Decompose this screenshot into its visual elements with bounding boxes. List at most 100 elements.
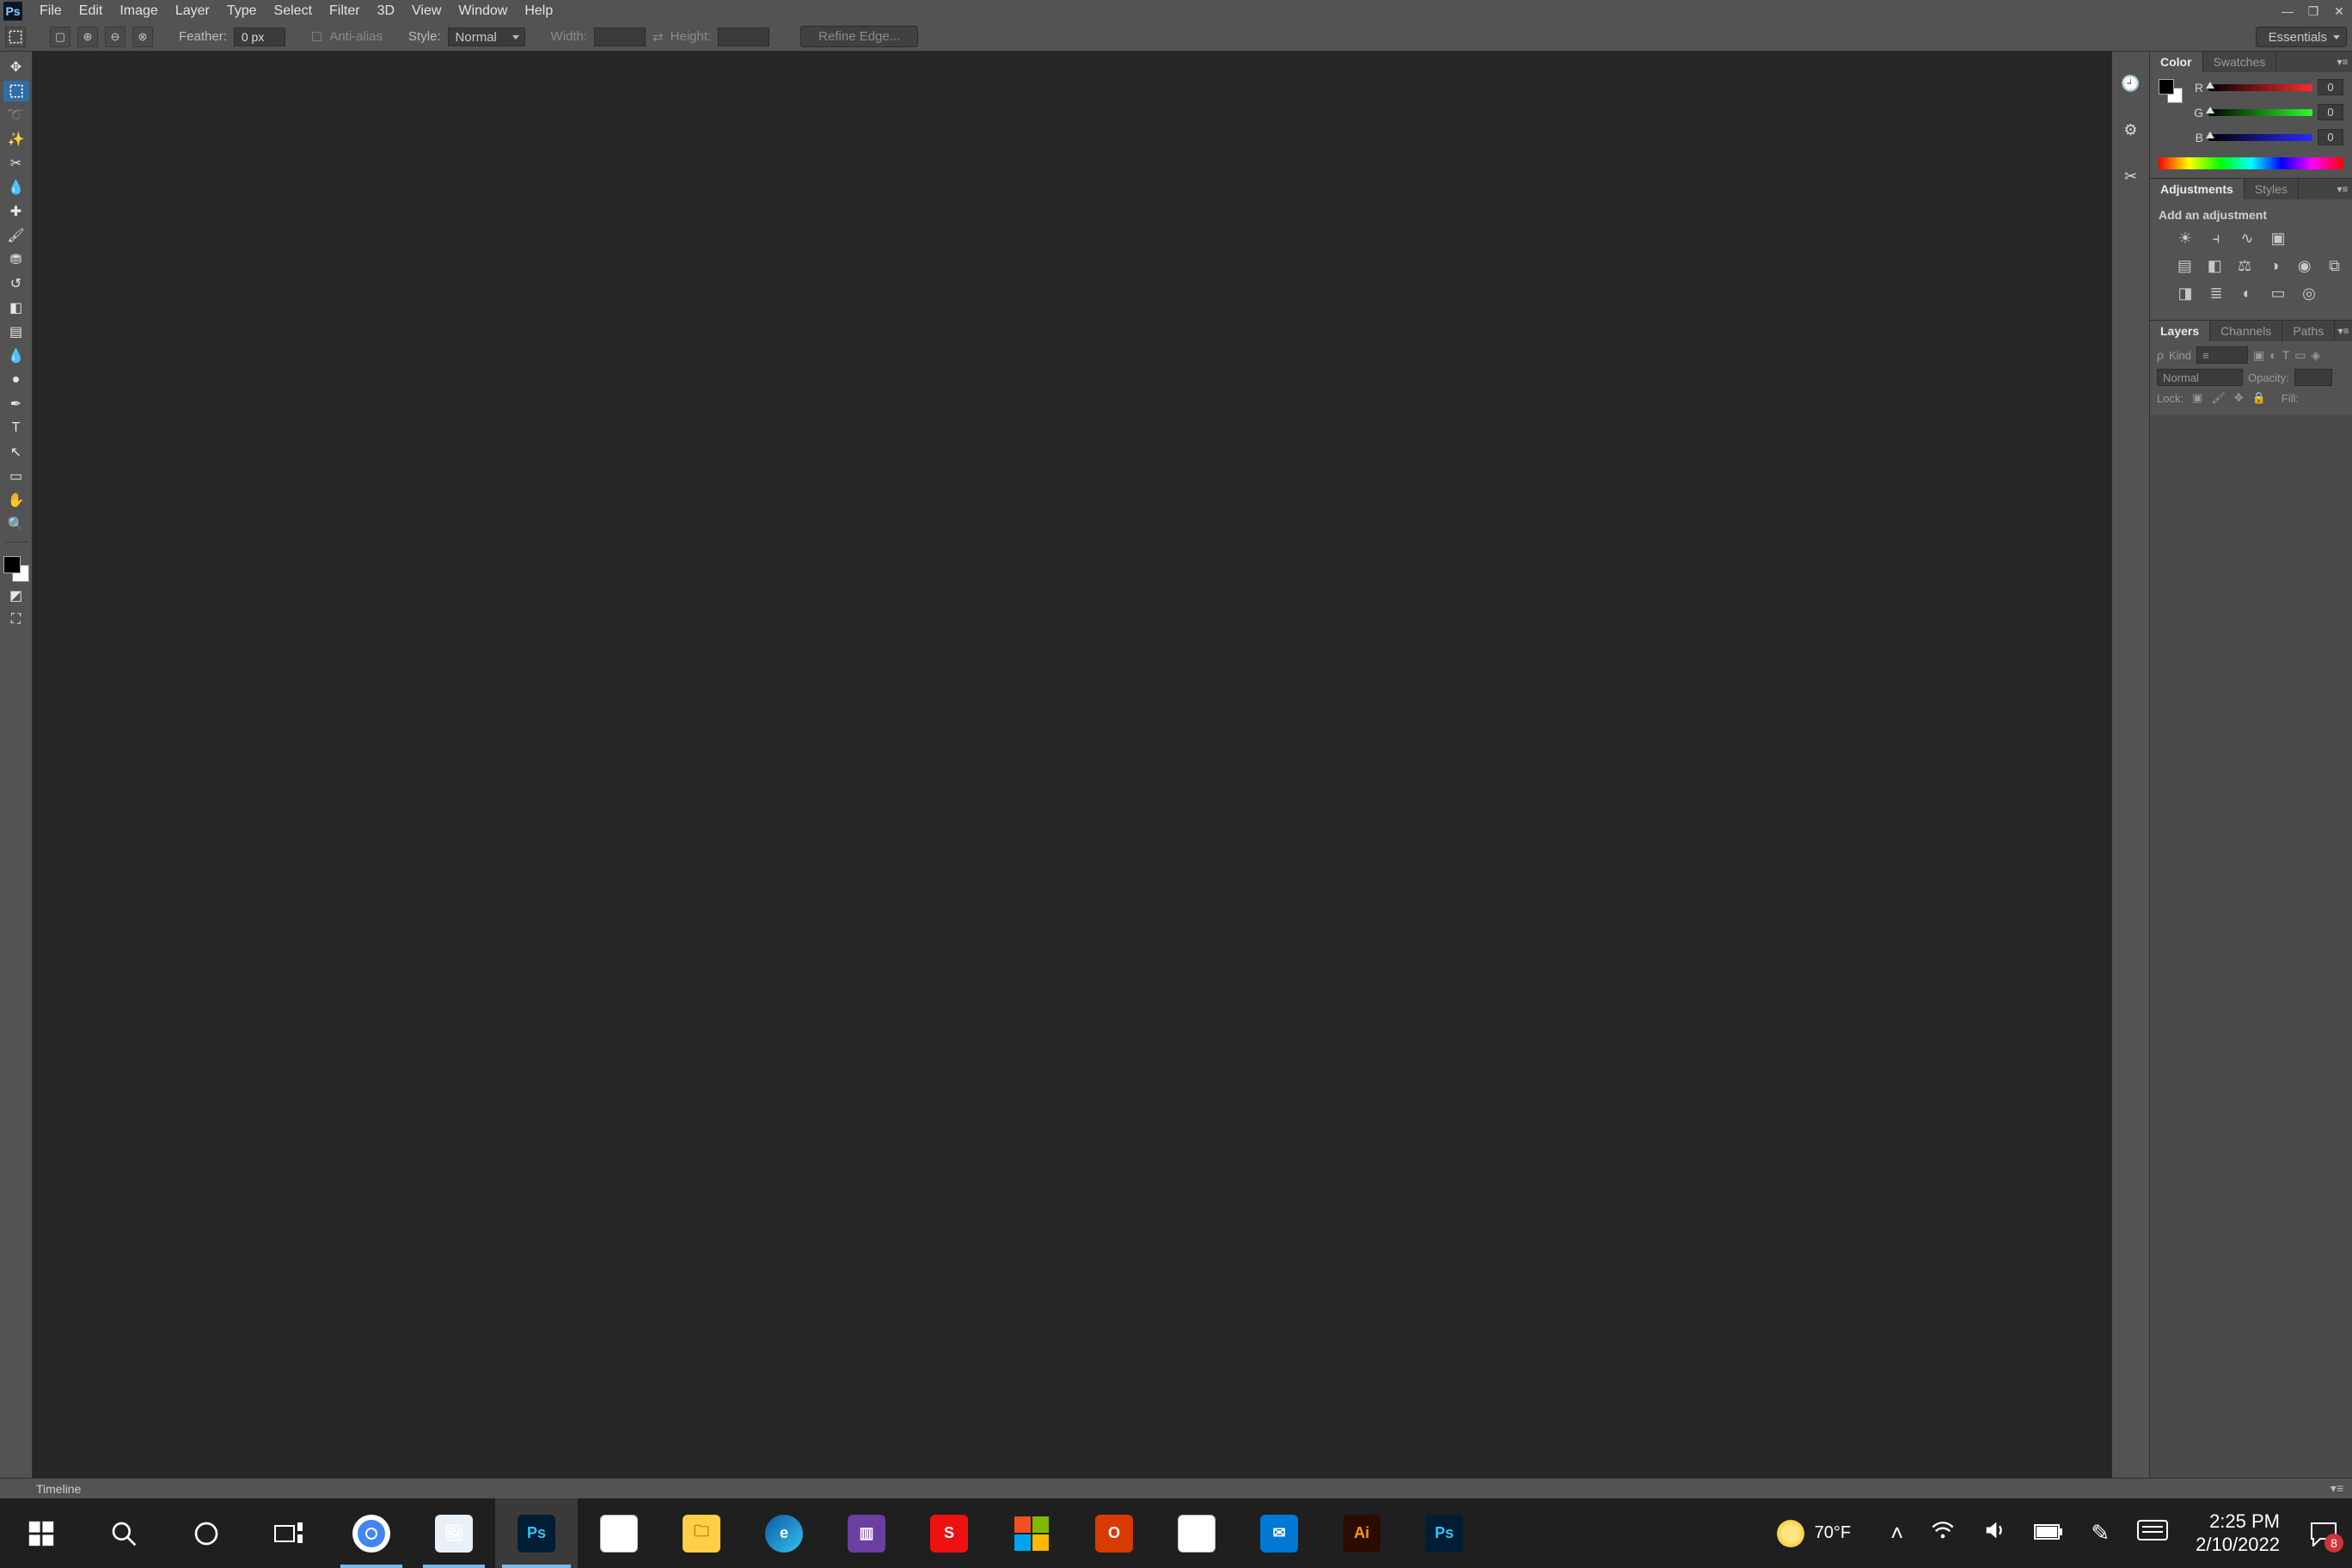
b-value[interactable]: 0 (2318, 129, 2343, 145)
lock-transparent-icon[interactable]: ▣ (2192, 391, 2202, 405)
tab-adjustments[interactable]: Adjustments (2150, 179, 2245, 199)
restore-button[interactable]: ❐ (2300, 0, 2326, 22)
selection-new-button[interactable]: ▢ (50, 27, 70, 47)
gradient-tool[interactable]: ▤ (3, 322, 29, 342)
menu-window[interactable]: Window (450, 3, 516, 19)
menu-help[interactable]: Help (516, 3, 561, 19)
kind-dropdown[interactable]: ≡ (2196, 346, 2248, 364)
posterize-icon[interactable]: ≣ (2207, 284, 2226, 303)
dodge-tool[interactable]: ● (3, 370, 29, 390)
taskbar-app-store[interactable] (990, 1498, 1073, 1568)
bw-icon[interactable]: ◑ (2265, 256, 2283, 275)
battery-icon[interactable] (2034, 1520, 2063, 1547)
start-button[interactable] (0, 1498, 83, 1568)
vibrance-icon[interactable]: ▤ (2176, 256, 2194, 275)
quick-mask-toggle[interactable]: ◩ (3, 585, 29, 606)
tab-layers[interactable]: Layers (2150, 321, 2210, 341)
close-button[interactable]: ✕ (2326, 0, 2352, 22)
task-view-button[interactable] (248, 1498, 330, 1568)
screen-mode-toggle[interactable]: ⛶ (3, 609, 29, 630)
r-slider[interactable] (2208, 84, 2312, 91)
hand-tool[interactable]: ✋ (3, 490, 29, 511)
type-tool[interactable]: T (3, 418, 29, 438)
menu-view[interactable]: View (403, 3, 450, 19)
g-slider[interactable] (2208, 109, 2312, 116)
tool-preset-dropdown[interactable] (5, 27, 26, 47)
foreground-background-colors[interactable] (3, 556, 29, 582)
show-hidden-icons-button[interactable]: ˄ (1890, 1520, 1903, 1547)
tab-channels[interactable]: Channels (2210, 321, 2282, 341)
menu-type[interactable]: Type (218, 3, 266, 19)
eyedropper-tool[interactable]: 💧 (3, 177, 29, 198)
crop-tool[interactable]: ✂ (3, 153, 29, 174)
lock-position-icon[interactable]: ✥ (2234, 391, 2244, 405)
filter-type-icon[interactable]: T (2282, 348, 2290, 362)
taskbar-app-explorer[interactable]: 🗀 (660, 1498, 743, 1568)
tab-paths[interactable]: Paths (2282, 321, 2335, 341)
brush-tool[interactable]: 🖌 (3, 225, 29, 246)
filter-shape-icon[interactable]: ▭ (2294, 348, 2306, 363)
history-brush-tool[interactable]: ↺ (3, 273, 29, 294)
gradient-map-icon[interactable]: ▭ (2269, 284, 2288, 303)
foreground-color-swatch[interactable] (3, 556, 21, 573)
taskbar-app-office[interactable]: O (1073, 1498, 1155, 1568)
menu-image[interactable]: Image (111, 3, 166, 19)
eraser-tool[interactable]: ◧ (3, 297, 29, 318)
hue-ramp[interactable] (2159, 157, 2343, 169)
menu-file[interactable]: File (31, 3, 70, 19)
marquee-tool[interactable] (3, 81, 29, 101)
search-button[interactable] (83, 1498, 165, 1568)
taskbar-app-photoshop[interactable]: Ps (495, 1498, 578, 1568)
adjustments-panel-menu[interactable]: ▾≡ (2333, 179, 2352, 199)
filter-smart-icon[interactable]: ◈ (2312, 348, 2321, 363)
style-dropdown[interactable]: Normal (448, 28, 525, 46)
color-panel-menu[interactable]: ▾≡ (2333, 52, 2352, 72)
invert-icon[interactable]: ◨ (2176, 284, 2195, 303)
tab-swatches[interactable]: Swatches (2203, 52, 2277, 72)
taskbar-app-chrome[interactable] (330, 1498, 413, 1568)
brightness-contrast-icon[interactable]: ☀ (2176, 229, 2195, 248)
workspace-switcher[interactable]: Essentials (2256, 27, 2347, 47)
photo-filter-icon[interactable]: ◉ (2295, 256, 2313, 275)
filter-img-icon[interactable]: ▣ (2253, 348, 2264, 363)
layer-list[interactable] (2150, 415, 2352, 1490)
character-panel-icon[interactable]: ✂ (2120, 165, 2142, 187)
taskbar-app-generic1[interactable]: S (908, 1498, 990, 1568)
timeline-tab[interactable]: Timeline (36, 1482, 81, 1496)
weather-widget[interactable]: 70°F (1758, 1498, 1870, 1568)
r-value[interactable]: 0 (2318, 79, 2343, 95)
selective-color-icon[interactable]: ◎ (2300, 284, 2318, 303)
filter-pixel-icon[interactable]: ρ (2157, 348, 2164, 362)
menu-layer[interactable]: Layer (167, 3, 218, 19)
channel-mixer-icon[interactable]: ⧉ (2325, 256, 2343, 275)
hue-sat-icon[interactable]: ◧ (2206, 256, 2224, 275)
volume-icon[interactable] (1982, 1518, 2006, 1548)
taskbar-app-notepad[interactable] (578, 1498, 660, 1568)
wifi-icon[interactable] (1931, 1518, 1955, 1548)
curves-icon[interactable]: ∿ (2238, 229, 2257, 248)
collapse-timeline-icon[interactable]: ▾≡ (2331, 1481, 2343, 1496)
taskbar-app-mail[interactable]: ✉ (1238, 1498, 1320, 1568)
color-panel-swatches[interactable] (2159, 79, 2183, 103)
g-value[interactable]: 0 (2318, 104, 2343, 120)
rectangle-tool[interactable]: ▭ (3, 466, 29, 487)
threshold-icon[interactable]: ◐ (2238, 284, 2257, 303)
menu-select[interactable]: Select (266, 3, 321, 19)
pen-tool[interactable]: ✒ (3, 394, 29, 414)
pen-icon[interactable]: ✎ (2091, 1520, 2110, 1547)
taskbar-app-edge[interactable]: e (743, 1498, 825, 1568)
exposure-icon[interactable]: ▣ (2269, 229, 2288, 248)
color-balance-icon[interactable]: ⚖ (2236, 256, 2254, 275)
selection-intersect-button[interactable]: ⊗ (132, 27, 153, 47)
path-selection-tool[interactable]: ↖ (3, 442, 29, 462)
layers-panel-menu[interactable]: ▾≡ (2335, 321, 2352, 341)
keyboard-icon[interactable] (2137, 1520, 2168, 1547)
zoom-tool[interactable]: 🔍 (3, 514, 29, 535)
properties-panel-icon[interactable]: ⚙ (2120, 119, 2142, 141)
menu-3d[interactable]: 3D (369, 3, 403, 19)
lock-all-icon[interactable]: 🔒 (2252, 391, 2266, 405)
tab-color[interactable]: Color (2150, 52, 2203, 72)
taskbar-clock[interactable]: 2:25 PM 2/10/2022 (2180, 1510, 2295, 1556)
feather-input[interactable]: 0 px (234, 28, 285, 46)
menu-edit[interactable]: Edit (70, 3, 112, 19)
